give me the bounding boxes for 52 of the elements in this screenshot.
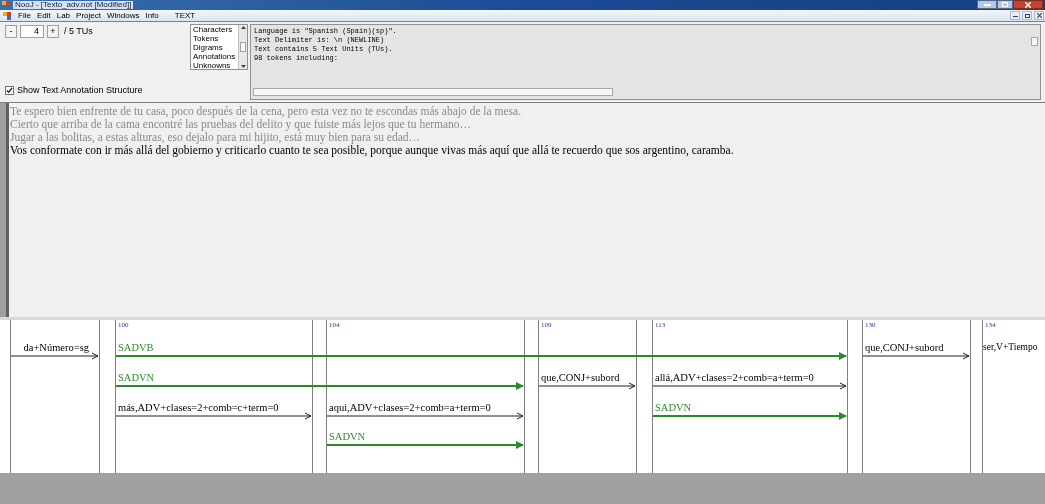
minimize-icon xyxy=(1012,16,1018,17)
app-icon xyxy=(3,11,11,20)
list-item[interactable]: Characters xyxy=(193,25,238,34)
restore-icon xyxy=(1024,13,1030,18)
scrollbar[interactable] xyxy=(238,25,247,69)
close-button[interactable] xyxy=(1034,11,1044,20)
close-button[interactable] xyxy=(1013,0,1043,9)
checkbox[interactable] xyxy=(5,85,14,95)
scroll-down-icon[interactable] xyxy=(240,65,246,68)
window-title: NooJ - [Texto_adv.not [Modified]] xyxy=(13,1,134,9)
minimize-button[interactable] xyxy=(977,0,997,9)
scroll-thumb[interactable] xyxy=(240,42,246,52)
increment-button[interactable]: + xyxy=(47,25,59,39)
annotation-label: más,ADV+clases=2+comb=c+term=0 xyxy=(118,403,279,414)
annotation-label: SADVN xyxy=(655,403,692,414)
annotation-label: aqui,ADV+clases=2+comb=a+term=0 xyxy=(329,403,491,414)
annotation-label: ser,V+Tiempo xyxy=(983,343,1038,353)
annotation-label: SADVN xyxy=(329,432,366,443)
list-item[interactable]: Unknowns xyxy=(193,61,238,70)
checkbox-label: Show Text Annotation Structure xyxy=(17,83,143,97)
close-icon xyxy=(1025,1,1031,8)
close-icon xyxy=(1036,13,1042,18)
list-item[interactable]: Digrams xyxy=(193,43,238,52)
annotation-label: da+Número=sg xyxy=(23,343,89,354)
decrement-button[interactable]: - xyxy=(5,25,17,39)
maximize-icon xyxy=(1002,2,1008,7)
list-item[interactable]: Annotations xyxy=(193,52,238,61)
scroll-thumb[interactable] xyxy=(253,87,613,96)
minimize-icon xyxy=(983,3,991,6)
annotation-label: que,CONJ+subord xyxy=(541,373,620,384)
annotation-label: SADVN xyxy=(118,373,155,384)
app-icon xyxy=(2,1,10,9)
menu-item[interactable]: Edit xyxy=(33,9,54,22)
unit-count: / 5 TUs xyxy=(64,25,93,38)
scroll-thumb[interactable] xyxy=(1031,37,1038,46)
menu-item[interactable]: Lab xyxy=(53,9,74,22)
statistics-list[interactable]: Characters Tokens Digrams Annotations Unknowns xyxy=(190,24,248,70)
annotation-label: SADVB xyxy=(118,343,154,354)
unit-number-field[interactable]: 4 xyxy=(20,25,44,39)
menu-item[interactable]: Project xyxy=(73,9,104,22)
menu-item[interactable]: File xyxy=(15,9,34,22)
menu-item[interactable]: Info xyxy=(142,9,162,22)
restore-button[interactable] xyxy=(1022,11,1032,20)
annotation-label: que,CONJ+subord xyxy=(865,343,944,354)
menu-item[interactable]: Windows xyxy=(103,9,143,22)
annotation-label: allá,ADV+clases=2+comb=a+term=0 xyxy=(655,373,814,384)
scroll-up-icon[interactable] xyxy=(240,26,246,29)
text-unit[interactable]: Vos conformate con ir más allá del gobierno y criticarlo cuanto te sea posible, porque aunque vivas más aquí que allá te recuerdo que sos argentino, caramba. xyxy=(10,144,734,157)
maximize-button[interactable] xyxy=(997,0,1013,9)
menu-item[interactable]: TEXT xyxy=(171,9,199,22)
minimize-button[interactable] xyxy=(1010,11,1020,20)
list-item[interactable]: Tokens xyxy=(193,34,238,43)
